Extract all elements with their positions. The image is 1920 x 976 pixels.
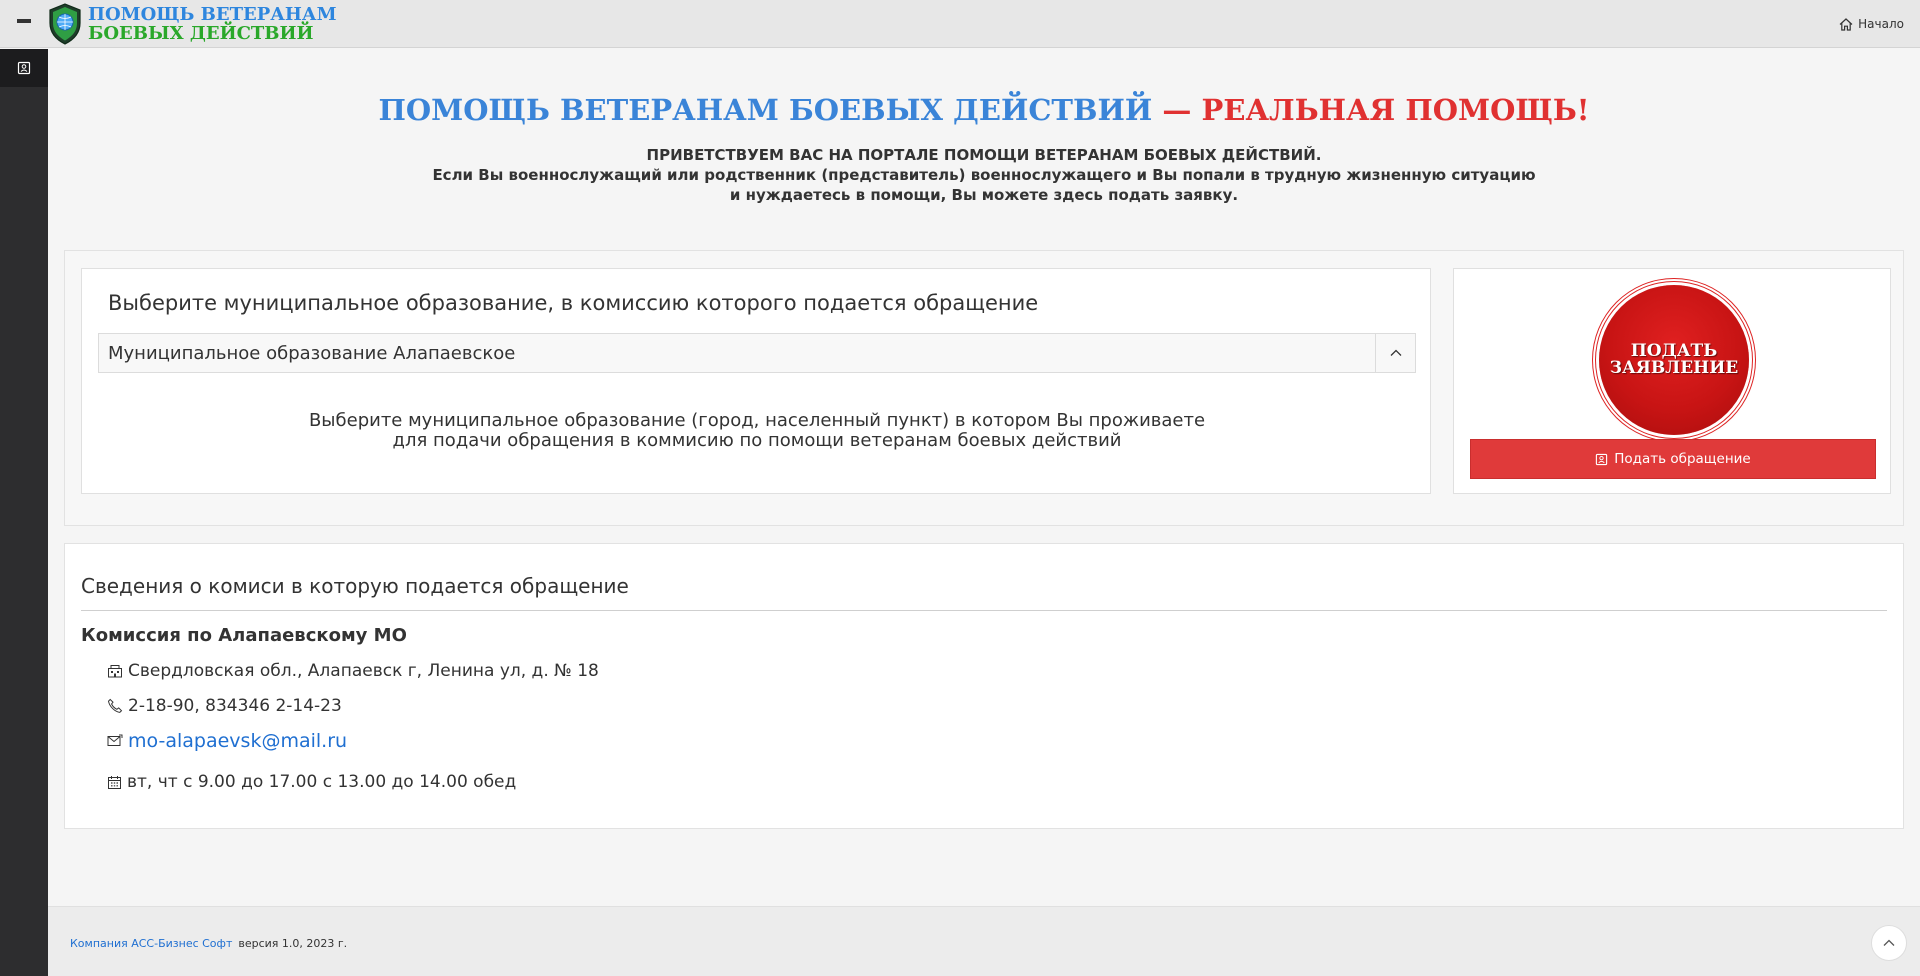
chevron-up-icon [1883, 939, 1895, 946]
welcome-text: ПРИВЕТСТВУЕМ ВАС НА ПОРТАЛЕ ПОМОЩИ ВЕТЕР… [48, 145, 1920, 205]
commission-info-panel: Сведения о комиси в которую подается обр… [64, 543, 1904, 829]
page-title-dash: — [1152, 93, 1202, 127]
footer: Компания АСС-Бизнес Софт версия 1.0, 2023… [48, 906, 1920, 976]
logo-title-line1: ПОМОЩЬ ВЕТЕРАНАМ [88, 3, 337, 25]
chevron-up-icon [1390, 349, 1401, 356]
welcome-line2: Если Вы военнослужащий или родственник (… [432, 166, 1536, 184]
page-title: ПОМОЩЬ ВЕТЕРАНАМ БОЕВЫХ ДЕЙСТВИЙ — РЕАЛЬ… [48, 93, 1920, 127]
apply-badge-button[interactable]: ПОДАТЬ ЗАЯВЛЕНИЕ [1599, 285, 1749, 435]
commission-schedule: вт, чт с 9.00 до 17.00 с 13.00 до 14.00 … [127, 772, 517, 792]
sidebar [0, 49, 48, 976]
divider [81, 610, 1887, 611]
page-title-red: РЕАЛЬНАЯ ПОМОЩЬ! [1201, 93, 1590, 127]
commission-phone-row: 2-18-90, 834346 2-14-23 [107, 696, 342, 716]
commission-email-link[interactable]: mo-alapaevsk@mail.ru [128, 730, 347, 752]
submit-request-button[interactable]: Подать обращение [1470, 439, 1876, 479]
commission-address-row: Свердловская обл., Алапаевск г, Ленина у… [107, 661, 599, 681]
municipality-title: Выберите муниципальное образование, в ко… [108, 291, 1039, 315]
home-link[interactable]: Начало [1839, 0, 1904, 48]
welcome-line3: и нуждаетесь в помощи, Вы можете здесь п… [729, 186, 1239, 204]
company-link[interactable]: Компания АСС-Бизнес Софт [70, 937, 232, 950]
commission-address: Свердловская обл., Алапаевск г, Ленина у… [128, 661, 599, 681]
menu-toggle-button[interactable] [0, 0, 48, 48]
calendar-icon [108, 775, 121, 789]
home-link-label: Начало [1858, 17, 1904, 31]
top-bar: ПОМОЩЬ ВЕТЕРАНАМ БОЕВЫХ ДЕЙСТВИЙ Начало [0, 0, 1920, 48]
shield-logo-icon [49, 2, 81, 45]
commission-email-row: mo-alapaevsk@mail.ru [107, 730, 347, 752]
municipality-hint: Выберите муниципальное образование (горо… [82, 411, 1432, 451]
home-icon [1839, 17, 1853, 31]
apply-badge-line2: ЗАЯВЛЕНИЕ [1609, 358, 1739, 378]
scroll-to-top-button[interactable] [1871, 925, 1907, 961]
footer-version: версия 1.0, 2023 г. [238, 937, 348, 950]
municipality-card: Выберите муниципальное образование, в ко… [81, 268, 1431, 494]
welcome-heading: ПРИВЕТСТВУЕМ ВАС НА ПОРТАЛЕ ПОМОЩИ ВЕТЕР… [646, 146, 1322, 164]
select-toggle-button[interactable] [1375, 334, 1415, 372]
commission-schedule-row: вт, чт с 9.00 до 17.00 с 13.00 до 14.00 … [107, 772, 516, 792]
logo-title-line2: БОЕВЫХ ДЕЙСТВИЙ [88, 22, 314, 44]
commission-phone: 2-18-90, 834346 2-14-23 [128, 696, 342, 716]
apply-card: ПОДАТЬ ЗАЯВЛЕНИЕ Подать обращение [1453, 268, 1891, 494]
commission-section-title: Сведения о комиси в которую подается обр… [81, 574, 629, 598]
form-icon [1596, 453, 1608, 465]
footer-text: Компания АСС-Бизнес Софт версия 1.0, 2023… [70, 937, 347, 950]
submit-request-label: Подать обращение [1614, 451, 1751, 467]
municipality-hint-line1: Выберите муниципальное образование (горо… [308, 410, 1206, 431]
municipality-hint-line2: для подачи обращения в коммисию по помощ… [392, 430, 1122, 451]
municipality-selected-value: Муниципальное образование Алапаевское [108, 342, 516, 364]
main-content: ПОМОЩЬ ВЕТЕРАНАМ БОЕВЫХ ДЕЙСТВИЙ — РЕАЛЬ… [48, 49, 1920, 906]
municipality-select[interactable]: Муниципальное образование Алапаевское [98, 333, 1416, 373]
commission-name: Комиссия по Алапаевскому МО [81, 625, 407, 646]
mail-icon [107, 734, 123, 746]
phone-icon [107, 698, 123, 713]
selection-panel: Выберите муниципальное образование, в ко… [64, 250, 1904, 526]
building-icon [108, 665, 122, 678]
page-title-blue: ПОМОЩЬ ВЕТЕРАНАМ БОЕВЫХ ДЕЙСТВИЙ [378, 93, 1153, 127]
site-logo[interactable]: ПОМОЩЬ ВЕТЕРАНАМ БОЕВЫХ ДЕЙСТВИЙ [48, 2, 337, 45]
sidebar-item-application[interactable] [0, 49, 48, 87]
form-icon [17, 61, 31, 75]
menu-icon [17, 18, 31, 29]
